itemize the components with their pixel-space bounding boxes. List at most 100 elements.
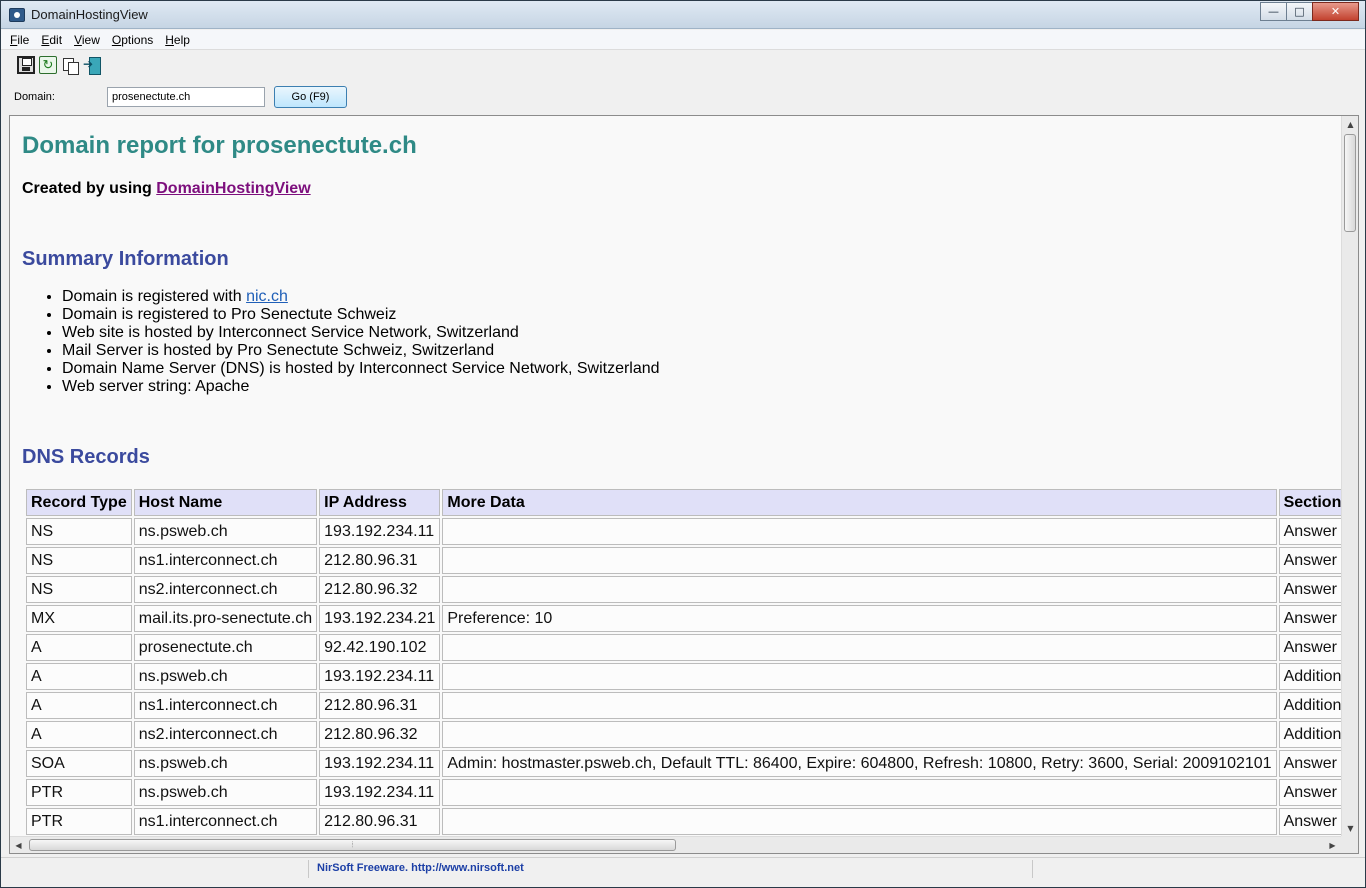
table-cell: NS [26, 576, 132, 603]
table-cell: NS [26, 547, 132, 574]
table-row: MX mail.its.pro-senectute.ch 193.192.234.2… [26, 605, 1358, 632]
menu-file[interactable]: File [10, 33, 29, 47]
table-row: SOA ns.psweb.ch 193.192.234.11 Admin: hostm… [26, 750, 1358, 777]
table-cell: ns.psweb.ch [133, 750, 318, 777]
maximize-button[interactable]: □ [1286, 2, 1313, 21]
table-cell: 212.80.96.31 [319, 808, 441, 835]
vertical-scrollbar[interactable]: ▲ ▼ [1341, 116, 1358, 837]
table-cell: Preference: 10 [442, 605, 1277, 632]
column-header: More Data [442, 489, 1277, 516]
vertical-scroll-thumb[interactable] [1344, 134, 1356, 232]
table-cell: 212.80.96.31 [319, 692, 441, 719]
list-item: Web server string: Apache [62, 378, 660, 396]
column-header: IP Address [319, 489, 441, 516]
table-cell: ns1.interconnect.ch [133, 547, 318, 574]
table-row: NS ns.psweb.ch 193.192.234.11 Answer [26, 518, 1358, 545]
table-cell: ns2.interconnect.ch [133, 721, 318, 748]
exit-icon[interactable] [83, 56, 101, 75]
table-cell: 92.42.190.102 [319, 634, 441, 661]
table-cell: A [26, 634, 132, 661]
table-cell: ns.psweb.ch [133, 663, 318, 690]
table-cell: ns1.interconnect.ch [133, 808, 318, 835]
horizontal-scroll-thumb[interactable]: ⦙ [29, 839, 676, 851]
title-bar[interactable]: DomainHostingView — □ ✕ [1, 1, 1365, 29]
table-cell: Admin: hostmaster.psweb.ch, Default TTL:… [442, 750, 1277, 777]
list-item: Domain is registered with nic.ch [62, 288, 660, 306]
menu-view[interactable]: View [74, 33, 100, 47]
table-cell: ns.psweb.ch [133, 779, 318, 806]
app-icon [9, 8, 25, 22]
table-cell: ns.psweb.ch [133, 518, 318, 545]
created-by: Created by using DomainHostingView [22, 180, 311, 197]
table-row: Aprosenectute.ch 92.42.190.102 Answer [26, 634, 1358, 661]
table-cell [442, 779, 1277, 806]
menu-options[interactable]: Options [112, 33, 153, 47]
table-cell: 212.80.96.32 [319, 721, 441, 748]
list-item: Mail Server is hosted by Pro Senectute S… [62, 342, 660, 360]
table-cell: 193.192.234.21 [319, 605, 441, 632]
window-title: DomainHostingView [31, 7, 148, 22]
status-cell [1, 860, 309, 878]
table-cell: 193.192.234.11 [319, 663, 441, 690]
table-cell: 193.192.234.11 [319, 779, 441, 806]
table-cell [442, 721, 1277, 748]
table-cell: 212.80.96.32 [319, 576, 441, 603]
summary-heading: Summary Information [22, 248, 229, 270]
scroll-up-icon[interactable]: ▲ [1342, 116, 1358, 133]
table-cell: PTR [26, 808, 132, 835]
table-cell [442, 576, 1277, 603]
table-row: PTR ns1.interconnect.ch 212.80.96.31 Answer [26, 808, 1358, 835]
table-cell [442, 808, 1277, 835]
table-cell: ns2.interconnect.ch [133, 576, 318, 603]
window-controls: — □ ✕ [1260, 2, 1359, 22]
table-cell: A [26, 663, 132, 690]
go-button[interactable]: Go (F9) [274, 86, 347, 108]
table-cell: 193.192.234.11 [319, 750, 441, 777]
table-cell: NS [26, 518, 132, 545]
status-bar: NirSoft Freeware. http://www.nirsoft.net [1, 857, 1365, 879]
table-row: NS ns2.interconnect.ch 212.80.96.32 Answer [26, 576, 1358, 603]
table-row: Ans1.interconnect.ch 212.80.96.31 Addition… [26, 692, 1358, 719]
table-cell: prosenectute.ch [133, 634, 318, 661]
table-cell: MX [26, 605, 132, 632]
domain-input[interactable] [107, 87, 265, 107]
table-cell: A [26, 692, 132, 719]
table-cell: 212.80.96.31 [319, 547, 441, 574]
minimize-button[interactable]: — [1260, 2, 1287, 21]
table-cell [442, 692, 1277, 719]
table-row: PTR ns.psweb.ch 193.192.234.11 Answer [26, 779, 1358, 806]
horizontal-scrollbar[interactable]: ◀ ⦙ ▶ [10, 836, 1341, 853]
table-cell: 193.192.234.11 [319, 518, 441, 545]
save-icon[interactable] [17, 56, 35, 74]
domainhostingview-link[interactable]: DomainHostingView [156, 180, 310, 197]
report-view[interactable]: Domain report for prosenectute.ch Create… [9, 115, 1359, 854]
scroll-right-icon[interactable]: ▶ [1324, 837, 1341, 853]
summary-list: Domain is registered with nic.ch Domain … [22, 288, 660, 396]
refresh-icon[interactable]: ↻ [39, 56, 57, 74]
menu-help[interactable]: Help [165, 33, 190, 47]
table-cell: A [26, 721, 132, 748]
status-text[interactable]: NirSoft Freeware. http://www.nirsoft.net [317, 862, 524, 874]
table-cell: ns1.interconnect.ch [133, 692, 318, 719]
registrar-link[interactable]: nic.ch [246, 288, 288, 305]
menu-edit[interactable]: Edit [41, 33, 62, 47]
list-item: Domain Name Server (DNS) is hosted by In… [62, 360, 660, 378]
list-item: Web site is hosted by Interconnect Servi… [62, 324, 660, 342]
dns-table-body: NS ns.psweb.ch 193.192.234.11 Answer NS ns1.i… [26, 518, 1358, 835]
table-row: Ans2.interconnect.ch 212.80.96.32 Addition… [26, 721, 1358, 748]
table-cell: SOA [26, 750, 132, 777]
table-header-row: Record Type Host Name IP Address More Da… [26, 489, 1358, 516]
table-row: NS ns1.interconnect.ch 212.80.96.31 Answer [26, 547, 1358, 574]
table-cell: PTR [26, 779, 132, 806]
menu-bar: File Edit View Options Help [1, 30, 1365, 50]
report-title: Domain report for prosenectute.ch [22, 132, 417, 159]
close-button[interactable]: ✕ [1312, 2, 1359, 21]
scroll-down-icon[interactable]: ▼ [1342, 820, 1358, 837]
table-cell: mail.its.pro-senectute.ch [133, 605, 318, 632]
dns-heading: DNS Records [22, 446, 150, 468]
copy-icon[interactable] [61, 56, 79, 75]
scroll-left-icon[interactable]: ◀ [10, 837, 27, 853]
domain-row: Domain: Go (F9) [1, 85, 1365, 111]
table-cell [442, 518, 1277, 545]
domain-label: Domain: [14, 91, 55, 103]
